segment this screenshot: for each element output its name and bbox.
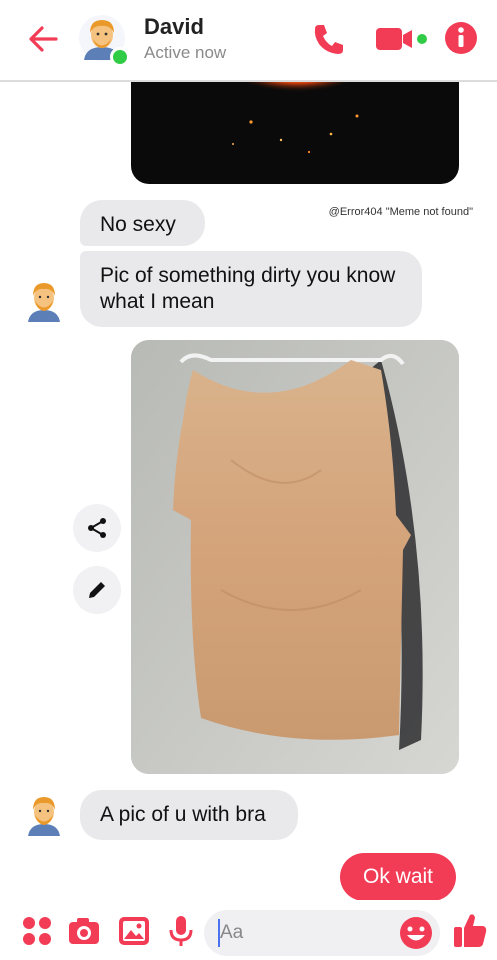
apps-icon[interactable] xyxy=(20,914,54,948)
message-input-placeholder: Aa xyxy=(220,922,244,943)
pencil-icon xyxy=(89,582,105,598)
gallery-icon[interactable] xyxy=(117,914,151,948)
back-arrow-icon[interactable] xyxy=(26,22,60,56)
message-bubble-outgoing[interactable]: Ok wait xyxy=(340,853,456,900)
info-icon[interactable] xyxy=(443,20,479,56)
avatar[interactable] xyxy=(24,278,64,322)
contact-name: David xyxy=(144,14,204,39)
contact-status: Active now xyxy=(144,43,227,62)
image-watermark: @Error404 "Meme not found" xyxy=(328,206,473,218)
chat-thread[interactable]: @Error404 "Meme not found" No sexy Pic o… xyxy=(0,82,497,900)
phone-icon[interactable] xyxy=(310,20,348,58)
shirt-image-attachment[interactable] xyxy=(131,340,459,774)
message-composer: Aa xyxy=(0,900,497,960)
video-camera-icon[interactable] xyxy=(374,22,430,56)
message-bubble-incoming[interactable]: No sexy xyxy=(80,200,205,246)
message-bubble-incoming[interactable]: A pic of u with bra xyxy=(80,790,298,840)
message-bubble-incoming[interactable]: Pic of something dirty you know what I m… xyxy=(80,251,422,327)
share-button[interactable] xyxy=(73,504,121,552)
edit-button[interactable] xyxy=(73,566,121,614)
fire-image-attachment[interactable] xyxy=(131,82,459,184)
avatar[interactable] xyxy=(24,792,64,836)
microphone-icon[interactable] xyxy=(164,914,198,948)
online-status-dot xyxy=(110,47,130,67)
message-input[interactable]: Aa xyxy=(204,910,440,956)
camera-icon[interactable] xyxy=(67,914,101,948)
emoji-icon[interactable] xyxy=(398,915,434,951)
thumbs-up-icon[interactable] xyxy=(452,911,488,949)
chat-header: David Active now xyxy=(0,0,497,82)
share-icon xyxy=(88,518,106,538)
